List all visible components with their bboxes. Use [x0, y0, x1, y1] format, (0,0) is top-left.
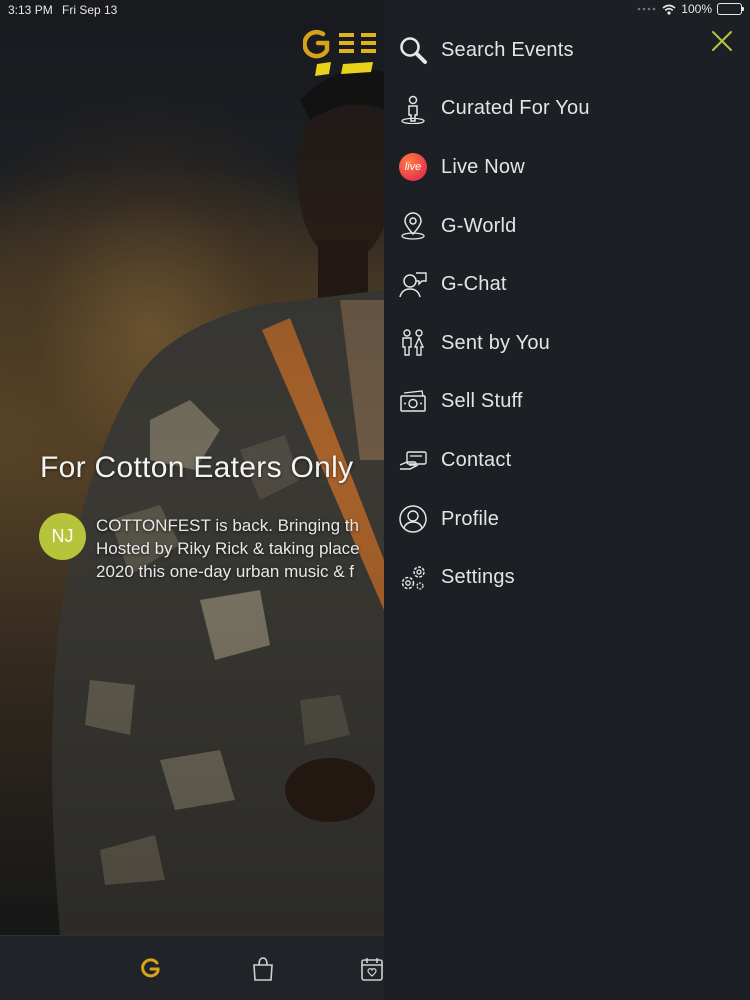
menu-item-label: G-World	[441, 214, 517, 237]
event-description: COTTONFEST is back. Bringing th Hosted b…	[96, 514, 384, 583]
curated-person-icon	[397, 93, 429, 125]
profile-circle-icon	[397, 503, 429, 535]
home-tab[interactable]	[136, 954, 166, 984]
event-title[interactable]: For Cotton Eaters Only	[40, 451, 353, 485]
menu-item-profile[interactable]: Profile	[384, 490, 750, 549]
live-badge: live	[399, 153, 427, 182]
wifi-icon	[662, 4, 676, 15]
menu-item-sell-stuff[interactable]: Sell Stuff	[384, 373, 750, 432]
menu-item-label: Sell Stuff	[441, 390, 523, 413]
menu-item-label: Sent by You	[441, 331, 550, 354]
status-bar: 3:13 PM Fri Sep 13 100%	[0, 0, 750, 22]
menu-list: Search Events Curated For You live Live …	[384, 21, 750, 607]
menu-item-label: Settings	[441, 566, 515, 589]
menu-item-sent-by-you[interactable]: Sent by You	[384, 314, 750, 373]
author-avatar[interactable]: NJ	[39, 513, 86, 560]
gears-icon	[397, 562, 429, 594]
status-date: Fri Sep 13	[62, 3, 118, 17]
battery-icon	[717, 3, 744, 15]
menu-item-label: Live Now	[441, 155, 525, 178]
search-icon	[397, 34, 429, 66]
event-description-line: Hosted by Riky Rick & taking place	[96, 539, 360, 558]
shop-tab[interactable]	[248, 954, 278, 984]
battery-percent: 100%	[681, 2, 712, 16]
chat-person-icon	[397, 269, 429, 301]
event-description-line: 2020 this one-day urban music & f	[96, 562, 354, 581]
map-pin-icon	[397, 210, 429, 242]
shopping-bag-icon	[253, 957, 273, 981]
money-icon	[397, 386, 429, 418]
menu-item-contact[interactable]: Contact	[384, 431, 750, 490]
bottom-tab-bar	[0, 935, 384, 1000]
event-feed-background: For Cotton Eaters Only NJ COTTONFEST is …	[0, 0, 384, 935]
menu-item-g-world[interactable]: G-World	[384, 197, 750, 256]
menu-item-label: Contact	[441, 448, 512, 471]
menu-item-settings[interactable]: Settings	[384, 548, 750, 607]
calendar-tab[interactable]	[357, 954, 387, 984]
menu-item-curated-for-you[interactable]: Curated For You	[384, 80, 750, 139]
menu-item-label: Profile	[441, 507, 500, 530]
calendar-heart-icon	[361, 958, 383, 981]
menu-item-label: Curated For You	[441, 97, 590, 120]
app-logo[interactable]	[303, 28, 384, 78]
menu-item-live-now[interactable]: live Live Now	[384, 138, 750, 197]
hand-card-icon	[397, 444, 429, 476]
menu-item-search-events[interactable]: Search Events	[384, 21, 750, 80]
menu-item-g-chat[interactable]: G-Chat	[384, 255, 750, 314]
live-icon: live	[397, 151, 429, 183]
menu-item-label: Search Events	[441, 38, 574, 61]
signal-dots-icon	[637, 7, 656, 11]
event-description-line: COTTONFEST is back. Bringing th	[96, 516, 359, 535]
side-menu: Search Events Curated For You live Live …	[384, 0, 750, 1000]
menu-item-label: G-Chat	[441, 273, 507, 296]
couple-icon	[397, 327, 429, 359]
status-right: 100%	[637, 2, 744, 16]
g-logo-icon	[141, 958, 160, 978]
status-time: 3:13 PM	[8, 3, 53, 17]
